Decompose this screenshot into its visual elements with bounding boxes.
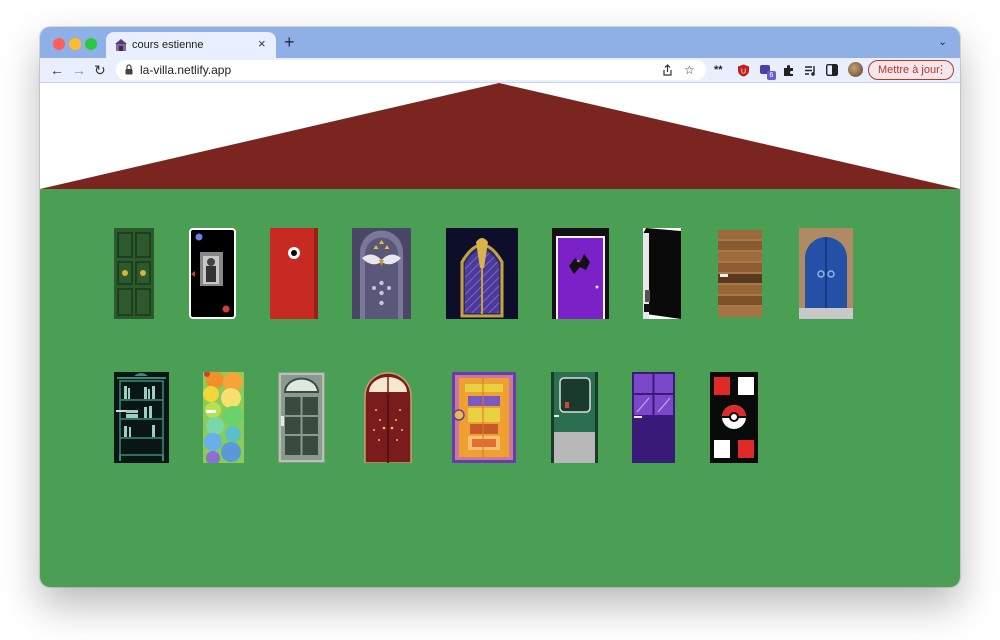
share-icon[interactable] xyxy=(662,64,673,76)
svg-text:U: U xyxy=(741,69,746,76)
bookmark-star-icon[interactable]: ☆ xyxy=(684,63,695,77)
blue-arched-door[interactable] xyxy=(799,228,853,319)
minimize-window-button[interactable] xyxy=(69,38,81,50)
green-paneled-door[interactable] xyxy=(114,228,154,319)
close-window-button[interactable] xyxy=(53,38,65,50)
extension-asterisk-icon[interactable]: ** xyxy=(714,63,723,77)
owl-door[interactable] xyxy=(352,228,411,319)
ornate-orange-door[interactable] xyxy=(452,372,516,463)
pokeball-door[interactable] xyxy=(710,372,758,463)
roof xyxy=(40,83,960,189)
red-arched-door[interactable] xyxy=(364,372,412,463)
extensions-puzzle-icon[interactable] xyxy=(782,64,795,77)
gray-window-door[interactable] xyxy=(278,372,325,463)
browser-window: cours estienne × + ⌄ ← → ↻ la-villa.netl… xyxy=(40,27,960,587)
colorful-bubbles-door[interactable] xyxy=(203,372,244,463)
bookshelf-door[interactable] xyxy=(114,372,169,463)
more-menu-icon[interactable]: ⋮ xyxy=(936,61,947,79)
update-button-label: Mettre à jour xyxy=(878,64,940,76)
lock-icon xyxy=(125,64,133,75)
media-queue-icon[interactable] xyxy=(804,64,817,77)
tab-close-icon[interactable]: × xyxy=(258,37,266,51)
house-wall xyxy=(40,189,960,587)
purple-bat-door[interactable] xyxy=(552,228,609,319)
browser-toolbar: ← → ↻ la-villa.netlify.app ☆ ** U 6 Mett… xyxy=(40,58,960,83)
phone-screen-door[interactable] xyxy=(189,228,236,319)
tab-cours-estienne[interactable]: cours estienne × xyxy=(106,32,276,58)
wooden-plank-door[interactable] xyxy=(718,230,762,317)
tab-title: cours estienne xyxy=(132,39,204,51)
new-tab-button[interactable]: + xyxy=(284,33,295,51)
purple-glass-door[interactable] xyxy=(632,372,675,463)
zoom-window-button[interactable] xyxy=(85,38,97,50)
tab-search-chevron-icon[interactable]: ⌄ xyxy=(938,35,947,48)
tab-bar: cours estienne × + ⌄ xyxy=(40,27,960,58)
red-eye-door[interactable] xyxy=(270,228,318,319)
extension-badge: 6 xyxy=(767,71,776,80)
update-chrome-button[interactable]: Mettre à jour ⋮ xyxy=(868,60,954,80)
page-content xyxy=(40,83,960,587)
reload-icon[interactable]: ↻ xyxy=(94,62,106,78)
back-arrow-icon[interactable]: ← xyxy=(50,62,64,78)
address-bar[interactable]: la-villa.netlify.app ☆ xyxy=(116,60,706,80)
side-panel-icon[interactable] xyxy=(826,64,838,76)
forward-arrow-icon[interactable]: → xyxy=(72,62,86,78)
profile-avatar[interactable] xyxy=(848,62,863,77)
open-dark-door[interactable] xyxy=(643,228,681,319)
site-favicon-icon xyxy=(115,39,127,51)
golden-arch-lattice-door[interactable] xyxy=(446,228,518,319)
ublock-shield-icon[interactable]: U xyxy=(737,64,750,77)
green-window-door[interactable] xyxy=(551,372,598,463)
url-text: la-villa.netlify.app xyxy=(140,63,232,77)
